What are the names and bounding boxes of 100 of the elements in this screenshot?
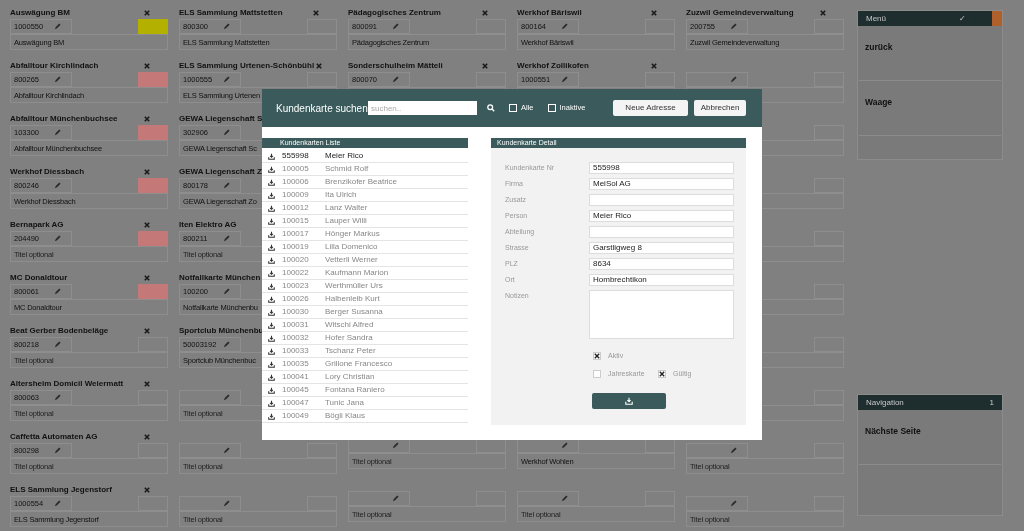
- list-row[interactable]: 100030 Berger Susanna: [262, 306, 468, 319]
- search-field[interactable]: suchen..: [368, 101, 477, 115]
- close-icon[interactable]: [144, 380, 150, 387]
- download-icon[interactable]: [268, 152, 275, 160]
- number-field[interactable]: [686, 72, 748, 87]
- pencil-icon[interactable]: [54, 288, 61, 295]
- pencil-icon[interactable]: [561, 442, 568, 450]
- pencil-icon[interactable]: [54, 129, 61, 136]
- list-row[interactable]: 100012 Lanz Walter: [262, 202, 468, 215]
- list-row[interactable]: 100041 Lory Christian: [262, 371, 468, 384]
- pencil-icon[interactable]: [730, 447, 737, 454]
- number-field[interactable]: [686, 496, 748, 511]
- text-field[interactable]: Hombrechtikon: [589, 274, 734, 286]
- list-row[interactable]: 100035 Grillone Francesco: [262, 358, 468, 371]
- download-icon[interactable]: [268, 334, 275, 342]
- pencil-icon[interactable]: [561, 23, 568, 30]
- pencil-icon[interactable]: [392, 495, 399, 503]
- pencil-icon[interactable]: [223, 288, 230, 295]
- list-row[interactable]: 100047 Tunic Jana: [262, 397, 468, 410]
- download-icon[interactable]: [268, 399, 275, 407]
- notes-field[interactable]: [589, 290, 734, 339]
- pencil-icon[interactable]: [392, 76, 399, 83]
- list-row[interactable]: 100049 Bögli Klaus: [262, 410, 468, 423]
- number-field[interactable]: [517, 491, 579, 507]
- pencil-icon[interactable]: [223, 341, 230, 348]
- pencil-icon[interactable]: [54, 341, 61, 348]
- list-row[interactable]: 100033 Tschanz Peter: [262, 345, 468, 358]
- close-icon[interactable]: [651, 62, 657, 69]
- download-icon[interactable]: [268, 412, 275, 420]
- close-icon[interactable]: [482, 62, 488, 69]
- close-icon[interactable]: [144, 168, 150, 175]
- menu-item[interactable]: zurück: [865, 42, 893, 52]
- pencil-icon[interactable]: [561, 495, 568, 503]
- list-row[interactable]: 100017 Hönger Markus: [262, 228, 468, 241]
- pencil-icon[interactable]: [223, 76, 230, 83]
- close-icon[interactable]: [144, 62, 150, 69]
- text-field[interactable]: Meier Rico: [589, 210, 734, 222]
- close-icon[interactable]: [144, 115, 150, 122]
- text-field[interactable]: MeiSol AG: [589, 178, 734, 190]
- menu-item[interactable]: Waage: [865, 97, 893, 107]
- download-icon[interactable]: [268, 360, 275, 368]
- pencil-icon[interactable]: [54, 182, 61, 189]
- list-row[interactable]: 100023 Werthmüller Urs: [262, 280, 468, 293]
- pencil-icon[interactable]: [730, 500, 737, 507]
- pencil-icon[interactable]: [54, 394, 61, 401]
- download-icon[interactable]: [268, 295, 275, 303]
- pencil-icon[interactable]: [561, 76, 568, 83]
- pencil-icon[interactable]: [392, 442, 399, 450]
- text-field[interactable]: [589, 226, 734, 238]
- close-icon[interactable]: [144, 327, 150, 334]
- download-icon[interactable]: [268, 282, 275, 290]
- close-icon[interactable]: [144, 221, 150, 228]
- download-icon[interactable]: [268, 204, 275, 212]
- checkbox[interactable]: [658, 369, 666, 378]
- text-field[interactable]: 555998: [589, 162, 734, 174]
- download-icon[interactable]: [268, 243, 275, 251]
- download-button[interactable]: [592, 393, 666, 409]
- close-icon[interactable]: [144, 486, 150, 493]
- list-row[interactable]: 100020 Vetterli Werner: [262, 254, 468, 267]
- text-field[interactable]: 8634: [589, 258, 734, 270]
- close-icon[interactable]: [820, 9, 826, 16]
- pencil-icon[interactable]: [54, 235, 61, 242]
- pencil-icon[interactable]: [223, 447, 230, 454]
- list-row[interactable]: 100005 Schmid Rolf: [262, 163, 468, 176]
- menu-item[interactable]: Nächste Seite: [865, 426, 921, 436]
- pencil-icon[interactable]: [223, 394, 230, 401]
- download-icon[interactable]: [268, 386, 275, 394]
- pencil-icon[interactable]: [223, 23, 230, 30]
- dialog-button[interactable]: Abbrechen: [694, 100, 746, 116]
- list-row[interactable]: 100026 Halbenleib Kurt: [262, 293, 468, 306]
- list-row[interactable]: 100022 Kaufmann Marion: [262, 267, 468, 280]
- number-field[interactable]: [179, 443, 241, 458]
- number-field[interactable]: [179, 496, 241, 511]
- pencil-icon[interactable]: [223, 235, 230, 242]
- list-row[interactable]: 555998 Meier Rico: [262, 150, 468, 163]
- pencil-icon[interactable]: [54, 500, 61, 507]
- close-icon[interactable]: [144, 9, 150, 16]
- number-field[interactable]: [686, 443, 748, 458]
- list-row[interactable]: 100006 Brenzikofer Beatrice: [262, 176, 468, 189]
- close-icon[interactable]: [144, 433, 150, 440]
- download-icon[interactable]: [268, 217, 275, 225]
- pencil-icon[interactable]: [223, 129, 230, 136]
- close-icon[interactable]: [316, 62, 323, 69]
- download-icon[interactable]: [268, 347, 275, 355]
- pencil-icon[interactable]: [223, 500, 230, 507]
- list-row[interactable]: 100032 Hofer Sandra: [262, 332, 468, 345]
- number-field[interactable]: [179, 390, 241, 405]
- dialog-button[interactable]: Neue Adresse: [613, 100, 688, 116]
- pencil-icon[interactable]: [54, 23, 61, 30]
- download-icon[interactable]: [268, 308, 275, 316]
- pencil-icon[interactable]: [392, 23, 399, 30]
- pencil-icon[interactable]: [730, 76, 737, 83]
- pencil-icon[interactable]: [54, 447, 61, 454]
- pencil-icon[interactable]: [730, 23, 737, 30]
- download-icon[interactable]: [268, 373, 275, 381]
- download-icon[interactable]: [268, 321, 275, 329]
- download-icon[interactable]: [268, 191, 275, 199]
- text-field[interactable]: Garstligweg 8: [589, 242, 734, 254]
- list-row[interactable]: 100009 Ita Ulrich: [262, 189, 468, 202]
- list-row[interactable]: 100015 Lauper Willi: [262, 215, 468, 228]
